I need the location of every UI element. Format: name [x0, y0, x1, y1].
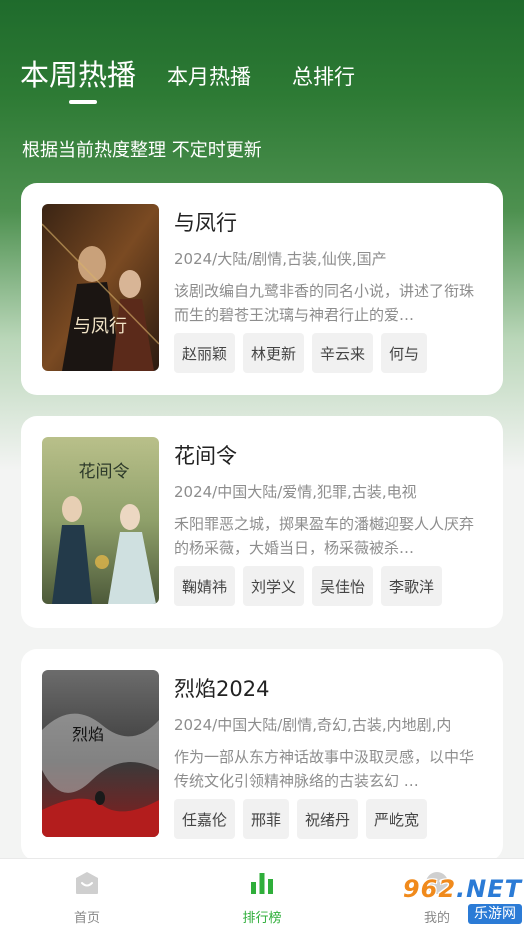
actor-tag[interactable]: 辛云来	[312, 333, 374, 373]
ranking-tabs: 本周热播 本月热播 总排行	[0, 52, 524, 112]
actor-tag[interactable]: 林更新	[243, 333, 305, 373]
show-title[interactable]: 花间令	[174, 440, 237, 470]
show-meta: 2024/中国大陆/剧情,奇幻,古装,内地剧,内	[174, 716, 452, 734]
show-card[interactable]: 花间令 花间令 2024/中国大陆/爱情,犯罪,古装,电视 禾阳罪恶之城，掷果盈…	[21, 416, 503, 628]
poster-title-text: 与凤行	[73, 316, 127, 337]
poster-image: 花间令	[42, 437, 159, 604]
show-description: 该剧改编自九鹭非香的同名小说，讲述了衔珠而生的碧苍王沈璃与神君行止的爱…	[174, 282, 475, 324]
nav-ranking-label: 排行榜	[242, 911, 282, 926]
poster-image: 烈焰	[42, 670, 159, 837]
actor-tag[interactable]: 祝绪丹	[297, 799, 359, 839]
poster-title-text: 烈焰	[72, 725, 104, 744]
active-tab-indicator	[69, 100, 97, 104]
show-poster[interactable]: 与凤行	[42, 204, 159, 371]
show-poster[interactable]: 烈焰	[42, 670, 159, 837]
watermark-site-name: 乐游网	[468, 904, 522, 924]
actor-tag[interactable]: 刘学义	[243, 566, 305, 606]
show-title[interactable]: 与凤行	[174, 207, 237, 237]
tab-monthly[interactable]: 本月热播	[167, 61, 251, 91]
actor-list: 赵丽颖 林更新 辛云来 何与	[174, 333, 428, 373]
actor-list: 鞠婧祎 刘学义 吴佳怡 李歌洋	[174, 566, 443, 606]
actor-tag[interactable]: 邢菲	[243, 799, 290, 839]
nav-home-label: 首页	[73, 911, 100, 926]
show-poster[interactable]: 花间令	[42, 437, 159, 604]
show-meta: 2024/大陆/剧情,古装,仙侠,国产	[174, 250, 387, 268]
actor-tag[interactable]: 任嘉伦	[174, 799, 236, 839]
actor-tag[interactable]: 赵丽颖	[174, 333, 236, 373]
site-watermark: 962.NET 乐游网	[386, 876, 522, 926]
tab-weekly[interactable]: 本周热播	[20, 52, 136, 94]
watermark-logo: 962.NET	[402, 875, 522, 903]
actor-tag[interactable]: 鞠婧祎	[174, 566, 236, 606]
show-meta: 2024/中国大陆/爱情,犯罪,古装,电视	[174, 483, 417, 501]
home-icon	[76, 872, 98, 894]
ranking-subtitle: 根据当前热度整理 不定时更新	[22, 140, 262, 161]
poster-title-text: 花间令	[79, 462, 130, 482]
actor-tag[interactable]: 李歌洋	[381, 566, 443, 606]
show-description: 作为一部从东方神话故事中汲取灵感，以中华传统文化引领精神脉络的古装玄幻 …	[174, 748, 475, 790]
poster-image: 与凤行	[42, 204, 159, 371]
show-card[interactable]: 与凤行 与凤行 2024/大陆/剧情,古装,仙侠,国产 该剧改编自九鹭非香的同名…	[21, 183, 503, 395]
ranking-icon	[251, 873, 273, 894]
actor-tag[interactable]: 吴佳怡	[312, 566, 374, 606]
actor-tag[interactable]: 何与	[381, 333, 428, 373]
show-description: 禾阳罪恶之城，掷果盈车的潘樾迎娶人人厌弃的杨采薇，大婚当日，杨采薇被杀…	[174, 515, 475, 557]
actor-list: 任嘉伦 邢菲 祝绪丹 严屹宽	[174, 799, 428, 839]
show-title[interactable]: 烈焰2024	[174, 673, 269, 703]
show-card[interactable]: 烈焰 烈焰2024 2024/中国大陆/剧情,奇幻,古装,内地剧,内 作为一部从…	[21, 649, 503, 861]
tab-overall[interactable]: 总排行	[292, 61, 355, 91]
actor-tag[interactable]: 严屹宽	[366, 799, 428, 839]
nav-ranking[interactable]: 排行榜	[212, 859, 312, 931]
nav-home[interactable]: 首页	[37, 859, 137, 931]
